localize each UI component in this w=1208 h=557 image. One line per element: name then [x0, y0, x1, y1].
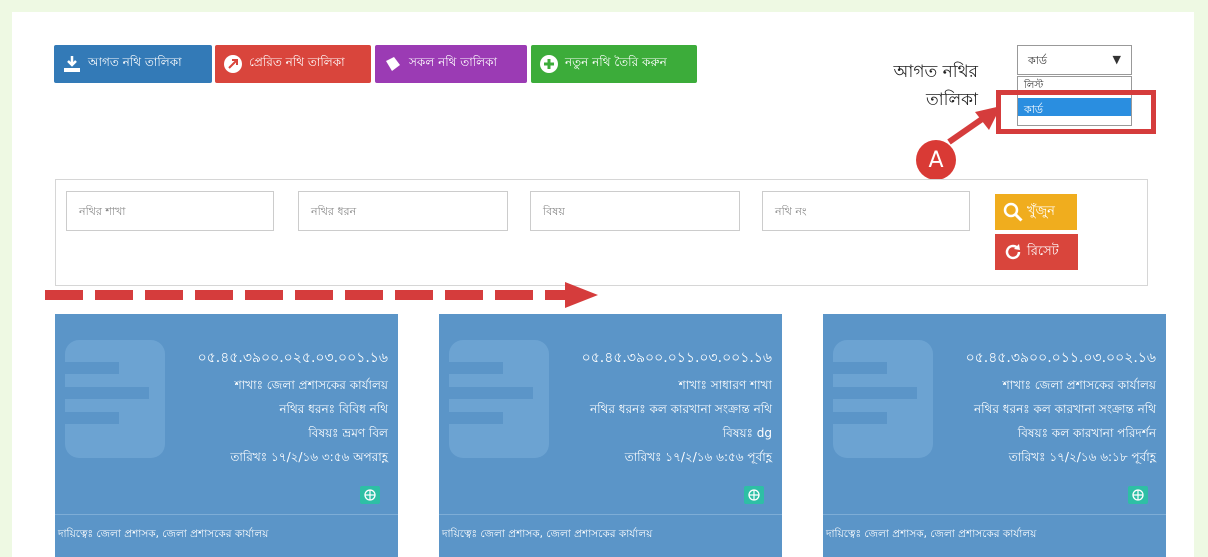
file-type: নথির ধরনঃ বিবিধ নথি: [279, 402, 388, 416]
file-owner: দায়িত্বেঃ জেলা প্রশাসক, জেলা প্রশাসকের …: [55, 514, 398, 557]
file-branch: শাখাঃ জেলা প্রশাসকের কার্যালয়: [1002, 378, 1156, 392]
file-date: তারিখঃ ১৭/২/১৬ ৬:৫৬ পূর্বাহ্ণ: [624, 450, 772, 464]
search-label: খুঁজুন: [1027, 203, 1055, 219]
file-number: ০৫.৪৫.৩৯০০.০১১.০৩.০০১.১৬: [581, 350, 772, 366]
send-icon: [223, 54, 243, 74]
file-number: ০৫.৪৫.৩৯০০.০২৫.০৩.০০১.১৬: [197, 350, 388, 366]
sent-list-button[interactable]: প্রেরিত নথি তালিকা: [215, 45, 371, 83]
branch-input[interactable]: নথির শাখা: [66, 191, 274, 231]
arrow-icon: [947, 106, 1001, 145]
file-card[interactable]: ০৫.৪৫.৩৯০০.০১১.০৩.০০১.১৬ শাখাঃ সাধারণ শা…: [439, 314, 782, 557]
new-file-button[interactable]: নতুন নথি তৈরি করুন: [531, 45, 697, 83]
file-card[interactable]: ০৫.৪৫.৩৯০০.০১১.০৩.০০২.১৬ শাখাঃ জেলা প্রশ…: [823, 314, 1166, 557]
reset-label: রিসেট: [1027, 243, 1059, 259]
number-input[interactable]: নথি নং: [762, 191, 970, 231]
globe-icon[interactable]: [360, 486, 380, 504]
refresh-icon: [1005, 244, 1021, 260]
reset-button[interactable]: রিসেট: [995, 234, 1078, 270]
search-button[interactable]: খুঁজুন: [995, 194, 1077, 230]
document-icon: [827, 340, 933, 458]
all-list-label: সকল নথি তালিকা: [409, 55, 497, 69]
file-card[interactable]: ০৫.৪৫.৩৯০০.০২৫.০৩.০০১.১৬ শাখাঃ জেলা প্রশ…: [55, 314, 398, 557]
file-owner: দায়িত্বেঃ জেলা প্রশাসক, জেলা প্রশাসকের …: [439, 514, 782, 557]
annotation-marker: A: [916, 140, 956, 180]
file-subject: বিষয়ঃ dg: [722, 426, 772, 440]
document-icon: [443, 340, 549, 458]
caret-down-icon: ▼: [1112, 53, 1121, 66]
plus-circle-icon: [539, 54, 559, 74]
file-date: তারিখঃ ১৭/২/১৬ ৬:১৮ পূর্বাহ্ণ: [1008, 450, 1156, 464]
file-number: ০৫.৪৫.৩৯০০.০১১.০৩.০০২.১৬: [965, 350, 1156, 366]
file-subject: বিষয়ঃ ভ্রমণ বিল: [308, 426, 388, 440]
file-type: নথির ধরনঃ কল কারখানা সংক্রান্ত নথি: [974, 402, 1156, 416]
view-select[interactable]: কার্ড ▼: [1017, 45, 1132, 75]
sent-list-label: প্রেরিত নথি তালিকা: [249, 55, 345, 69]
type-input[interactable]: নথির ধরন: [298, 191, 508, 231]
new-file-label: নতুন নথি তৈরি করুন: [565, 55, 667, 69]
globe-icon[interactable]: [744, 486, 764, 504]
folder-icon: [383, 54, 403, 74]
file-branch: শাখাঃ সাধারণ শাখা: [678, 378, 772, 392]
incoming-list-button[interactable]: আগত নথি তালিকা: [54, 45, 212, 83]
subject-input[interactable]: বিষয়: [530, 191, 740, 231]
globe-icon[interactable]: [1128, 486, 1148, 504]
file-type: নথির ধরনঃ কল কারখানা সংক্রান্ত নথি: [590, 402, 772, 416]
incoming-list-label: আগত নথি তালিকা: [88, 55, 182, 69]
file-date: তারিখঃ ১৭/২/১৬ ৩:৫৬ অপরাহ্ণ: [230, 450, 388, 464]
dashed-arrow-icon: [45, 282, 598, 308]
highlight-box: [996, 90, 1156, 134]
file-subject: বিষয়ঃ কল কারখানা পরিদর্শন: [1017, 426, 1156, 440]
view-select-value: কার্ড: [1028, 54, 1047, 67]
file-owner: দায়িত্বেঃ জেলা প্রশাসক, জেলা প্রশাসকের …: [823, 514, 1166, 557]
document-icon: [59, 340, 165, 458]
download-icon: [62, 54, 82, 74]
search-icon: [1003, 202, 1023, 222]
all-list-button[interactable]: সকল নথি তালিকা: [375, 45, 527, 83]
file-branch: শাখাঃ জেলা প্রশাসকের কার্যালয়: [234, 378, 388, 392]
